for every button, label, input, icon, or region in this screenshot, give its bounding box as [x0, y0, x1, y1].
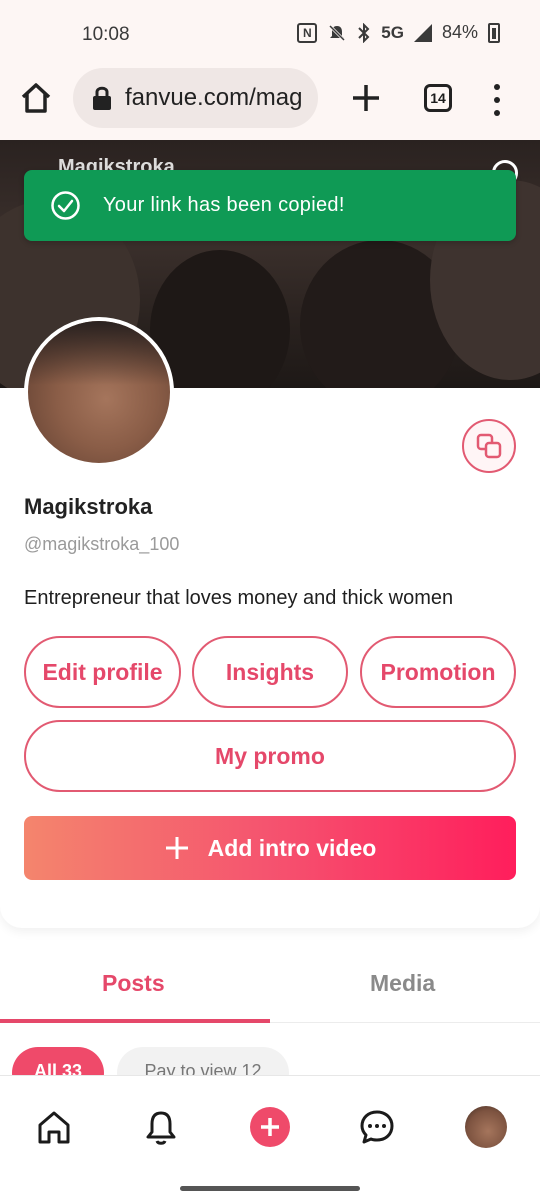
plus-icon: [261, 1118, 279, 1136]
tab-posts[interactable]: Posts: [102, 970, 165, 997]
battery-icon: [488, 22, 500, 43]
signal-icon: [413, 23, 432, 42]
battery-label: 84%: [441, 22, 478, 42]
tab-switcher-button[interactable]: 14: [424, 84, 452, 112]
add-intro-video-button[interactable]: Add intro video: [24, 816, 516, 880]
profile-bio: Entrepreneur that loves money and thick …: [24, 587, 454, 609]
insights-button[interactable]: Insights: [192, 636, 348, 708]
chat-icon[interactable]: [358, 1108, 396, 1146]
home-icon[interactable]: [18, 80, 54, 116]
create-post-button[interactable]: [250, 1107, 290, 1147]
tab-media[interactable]: Media: [370, 970, 435, 997]
avatar[interactable]: [465, 1106, 507, 1148]
copy-icon: [476, 433, 502, 459]
bluetooth-icon: [358, 22, 370, 43]
check-circle-icon: [51, 191, 80, 220]
gesture-bar: [180, 1186, 360, 1191]
status-icons: N 5G 84%: [297, 22, 500, 43]
status-bar: 10:08 N 5G 84%: [0, 0, 540, 62]
more-menu-icon[interactable]: [492, 84, 502, 116]
add-intro-video-label: Add intro video: [207, 834, 377, 861]
url-bar[interactable]: fanvue.com/mag: [73, 68, 318, 128]
edit-profile-button[interactable]: Edit profile: [24, 636, 181, 708]
mute-icon: [329, 24, 346, 41]
network-label: 5G: [381, 22, 404, 42]
active-tab-indicator: [0, 1019, 270, 1023]
copy-link-button[interactable]: [462, 419, 516, 473]
profile-name: Magikstroka: [24, 494, 153, 519]
toast-notification: Your link has been copied!: [24, 170, 516, 241]
bottom-navigation: [0, 1075, 540, 1180]
new-tab-icon[interactable]: [350, 82, 382, 114]
profile-avatar[interactable]: [24, 317, 174, 467]
toast-message: Your link has been copied!: [103, 194, 345, 216]
lock-icon: [93, 86, 111, 110]
url-text: fanvue.com/mag: [125, 84, 303, 111]
status-time: 10:08: [82, 24, 130, 45]
my-promo-button[interactable]: My promo: [24, 720, 516, 792]
promotion-button[interactable]: Promotion: [360, 636, 516, 708]
home-icon[interactable]: [35, 1108, 73, 1146]
plus-icon: [165, 837, 188, 859]
nfc-icon: N: [297, 22, 318, 43]
profile-handle: @magikstroka_100: [24, 534, 180, 554]
browser-toolbar: fanvue.com/mag 14: [0, 62, 540, 140]
bell-icon[interactable]: [142, 1108, 180, 1146]
